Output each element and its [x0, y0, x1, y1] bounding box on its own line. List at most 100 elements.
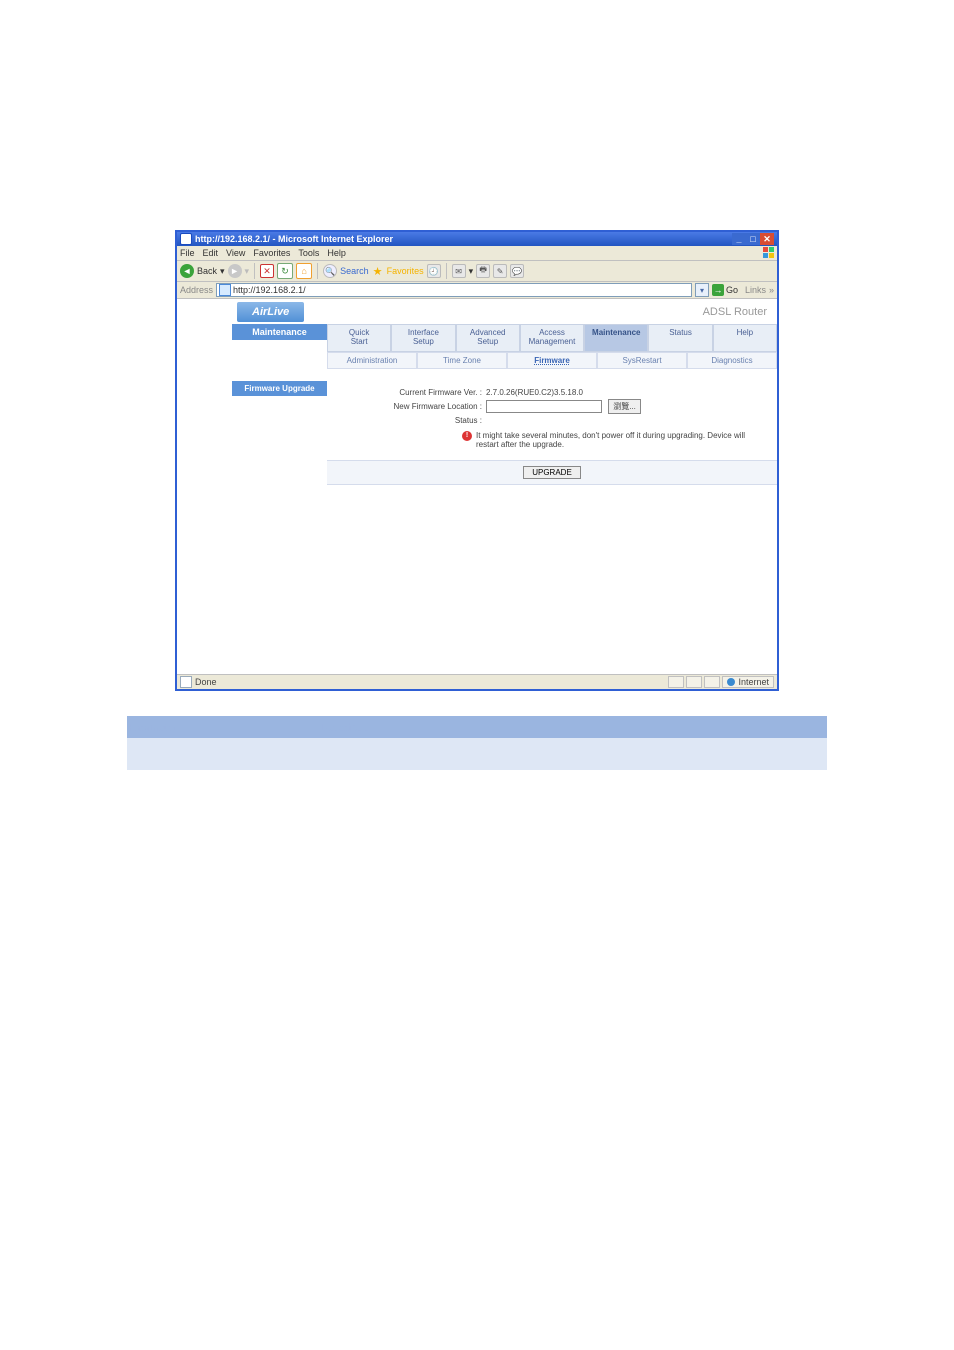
menubar: File Edit View Favorites Tools Help — [177, 246, 777, 261]
warning-icon: ! — [462, 431, 472, 441]
browse-button[interactable]: 瀏覽... — [608, 399, 641, 414]
row-warning: ! It might take several minutes, don't p… — [332, 431, 767, 449]
tab-maintenance[interactable]: Maintenance — [584, 324, 648, 352]
tab-label: Status — [669, 328, 692, 337]
tab-status[interactable]: Status — [648, 324, 712, 352]
router-title: ADSL Router — [703, 306, 767, 318]
upgrade-row: UPGRADE — [327, 460, 777, 485]
firmware-form: Current Firmware Ver. : 2.7.0.26(RUE0.C2… — [327, 369, 777, 454]
menu-help[interactable]: Help — [327, 248, 346, 258]
status-label: Status : — [332, 416, 486, 425]
menu-favorites[interactable]: Favorites — [253, 248, 290, 258]
ie-window: http://192.168.2.1/ - Microsoft Internet… — [175, 230, 779, 691]
print-icon[interactable]: 🖶 — [476, 264, 490, 278]
tab-help[interactable]: Help — [713, 324, 777, 352]
back-dropdown[interactable]: ▾ — [220, 266, 225, 277]
sub-tabs: Administration Time Zone Firmware SysRes… — [327, 352, 777, 369]
go-icon: → — [712, 284, 724, 296]
warning-text: It might take several minutes, don't pow… — [476, 431, 756, 449]
back-button[interactable]: ◄ — [180, 264, 194, 278]
router-header: AirLive ADSL Router — [232, 299, 777, 324]
maximize-button[interactable]: □ — [746, 233, 760, 245]
upgrade-button[interactable]: UPGRADE — [523, 466, 581, 479]
status-zone-label: Internet — [738, 677, 769, 687]
home-button[interactable]: ⌂ — [296, 263, 312, 279]
airlive-logo: AirLive — [237, 302, 304, 322]
firmware-upgrade-heading: Firmware Upgrade — [232, 381, 327, 396]
links-label[interactable]: Links — [745, 285, 766, 295]
tab-label: Advanced Setup — [470, 328, 506, 346]
go-label: Go — [726, 285, 738, 295]
new-location-label: New Firmware Location : — [332, 402, 486, 411]
status-done: Done — [195, 677, 217, 687]
links-chevron[interactable]: » — [769, 285, 774, 295]
back-label: Back — [197, 266, 217, 276]
subtab-firmware[interactable]: Firmware — [507, 352, 597, 369]
address-value: http://192.168.2.1/ — [233, 285, 306, 295]
subtab-administration[interactable]: Administration — [327, 352, 417, 369]
page-icon — [219, 284, 231, 296]
forward-button[interactable]: ► — [228, 264, 242, 278]
refresh-button[interactable]: ↻ — [277, 263, 293, 279]
tab-label: Access Management — [529, 328, 576, 346]
menu-view[interactable]: View — [226, 248, 245, 258]
status-bar: Done Internet — [177, 674, 777, 689]
window-title: http://192.168.2.1/ - Microsoft Internet… — [195, 234, 393, 244]
status-pane — [704, 676, 720, 688]
minimize-button[interactable]: _ — [732, 233, 746, 245]
mail-dropdown[interactable]: ▾ — [469, 266, 474, 277]
current-version-label: Current Firmware Ver. : — [332, 388, 486, 397]
globe-icon — [727, 678, 735, 686]
favorites-label[interactable]: Favorites — [387, 266, 424, 276]
subtab-diagnostics[interactable]: Diagnostics — [687, 352, 777, 369]
tab-interface-setup[interactable]: Interface Setup — [391, 324, 455, 352]
forward-dropdown[interactable]: ▾ — [245, 266, 250, 277]
status-pane — [686, 676, 702, 688]
stop-button[interactable]: ✕ — [260, 264, 274, 278]
header-parameter: Parameter — [127, 716, 319, 738]
menu-edit[interactable]: Edit — [203, 248, 219, 258]
menu-tools[interactable]: Tools — [298, 248, 319, 258]
address-dropdown[interactable]: ▾ — [695, 283, 709, 297]
address-input[interactable]: http://192.168.2.1/ — [216, 283, 692, 297]
discuss-icon[interactable]: 💬 — [510, 264, 524, 278]
tab-quick-start[interactable]: Quick Start — [327, 324, 391, 352]
table-header-row: Parameter Description — [127, 716, 827, 738]
windows-flag-icon — [763, 247, 775, 259]
row-status: Status : — [332, 416, 767, 425]
parameter-table: Parameter Description — [127, 716, 827, 770]
status-page-icon — [180, 676, 192, 688]
search-label[interactable]: Search — [340, 266, 369, 276]
close-button[interactable]: ✕ — [760, 233, 774, 245]
tab-label: Quick Start — [349, 328, 369, 346]
menu-file[interactable]: File — [180, 248, 195, 258]
window-controls: _ □ ✕ — [732, 233, 774, 245]
tab-label: Maintenance — [592, 328, 640, 337]
subtab-time-zone[interactable]: Time Zone — [417, 352, 507, 369]
favorites-icon[interactable]: ★ — [372, 265, 384, 277]
current-version-value: 2.7.0.26(RUE0.C2)3.5.18.0 — [486, 388, 767, 397]
search-icon[interactable]: 🔍 — [323, 264, 337, 278]
header-description: Description — [319, 716, 827, 738]
tab-label: Interface Setup — [408, 328, 439, 346]
new-location-input[interactable] — [486, 400, 602, 413]
row-new-location: New Firmware Location : 瀏覽... — [332, 399, 767, 414]
subtab-sysrestart[interactable]: SysRestart — [597, 352, 687, 369]
edit-icon[interactable]: ✎ — [493, 264, 507, 278]
history-icon[interactable]: 🕘 — [427, 264, 441, 278]
status-pane — [668, 676, 684, 688]
go-button[interactable]: → Go — [712, 284, 738, 296]
window-titlebar: http://192.168.2.1/ - Microsoft Internet… — [177, 232, 777, 246]
cell-parameter — [127, 738, 319, 770]
mail-icon[interactable]: ✉ — [452, 264, 466, 278]
section-maintenance: Maintenance — [232, 324, 327, 340]
row-current-version: Current Firmware Ver. : 2.7.0.26(RUE0.C2… — [332, 388, 767, 397]
primary-tabs: Quick Start Interface Setup Advanced Set… — [327, 324, 777, 352]
ie-icon — [180, 233, 192, 245]
cell-description — [319, 738, 827, 770]
tab-access-management[interactable]: Access Management — [520, 324, 584, 352]
toolbar: ◄ Back ▾ ► ▾ ✕ ↻ ⌂ 🔍 Search ★ Favorites … — [177, 261, 777, 282]
address-bar: Address http://192.168.2.1/ ▾ → Go Links… — [177, 282, 777, 299]
tab-label: Help — [737, 328, 753, 337]
tab-advanced-setup[interactable]: Advanced Setup — [456, 324, 520, 352]
